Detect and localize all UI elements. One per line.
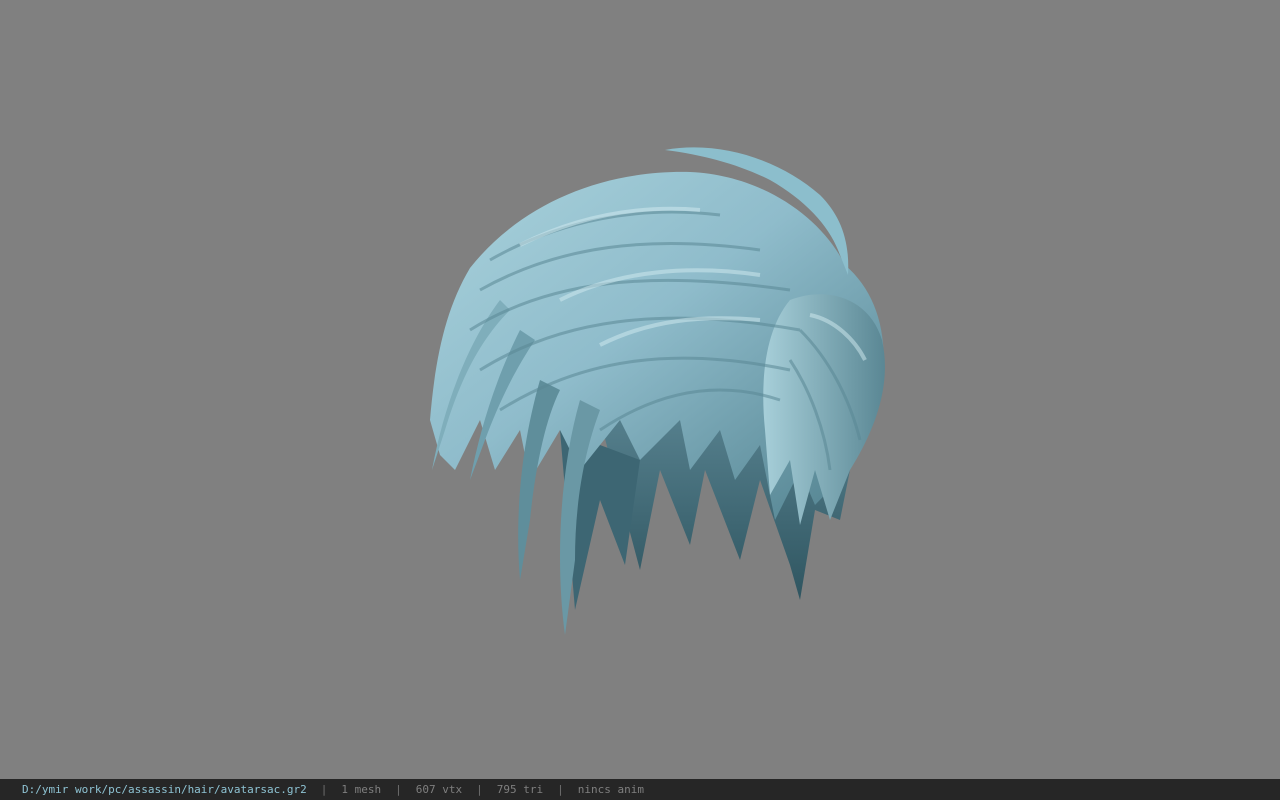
3d-viewport[interactable] — [0, 0, 1280, 779]
separator: | — [557, 783, 564, 796]
separator: | — [476, 783, 483, 796]
file-path: D:/ymir work/pc/assassin/hair/avatarsac.… — [22, 783, 307, 796]
vertex-count: 607 vtx — [415, 783, 463, 796]
status-bar: D:/ymir work/pc/assassin/hair/avatarsac.… — [0, 779, 1280, 800]
separator: | — [320, 783, 328, 796]
separator: | — [395, 783, 402, 796]
mesh-count: 1 mesh — [341, 783, 382, 796]
animation-info: nincs anim — [577, 783, 644, 796]
triangle-count: 795 tri — [496, 783, 544, 796]
hair-model-render[interactable] — [0, 0, 1280, 779]
